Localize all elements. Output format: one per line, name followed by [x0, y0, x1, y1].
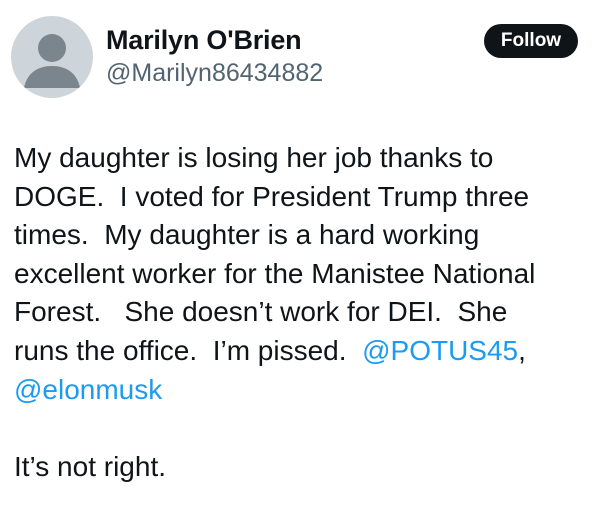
tweet-line: times. My daughter is a hard working [14, 219, 480, 251]
tweet-line: DOGE. I voted for President Trump three [14, 180, 530, 212]
tweet-line: excellent worker for the Manistee Nation… [14, 257, 536, 289]
tweet-line: runs the office. I’m pissed. @POTUS45, [14, 332, 594, 371]
tweet-line: @elonmusk [14, 371, 594, 410]
tweet-line: It’s not right. [14, 450, 167, 482]
tweet-text-segment: runs the office. I’m pissed. [14, 334, 363, 366]
mention-link-elonmusk[interactable]: @elonmusk [14, 374, 162, 405]
tweet-line: Forest. She doesn’t work for DEI. She [14, 296, 508, 328]
author-handle[interactable]: @Marilyn86434882 [106, 58, 323, 88]
tweet-text: My daughter is losing her job thanks to … [14, 139, 594, 486]
avatar[interactable] [11, 16, 93, 98]
tweet-text-segment: , [518, 334, 526, 366]
mention-link-potus45[interactable]: @POTUS45 [362, 335, 518, 366]
follow-button[interactable]: Follow [484, 24, 578, 58]
tweet-line: My daughter is losing her job thanks to [14, 142, 494, 173]
author-display-name[interactable]: Marilyn O'Brien [106, 24, 302, 56]
default-profile-icon [24, 34, 80, 88]
